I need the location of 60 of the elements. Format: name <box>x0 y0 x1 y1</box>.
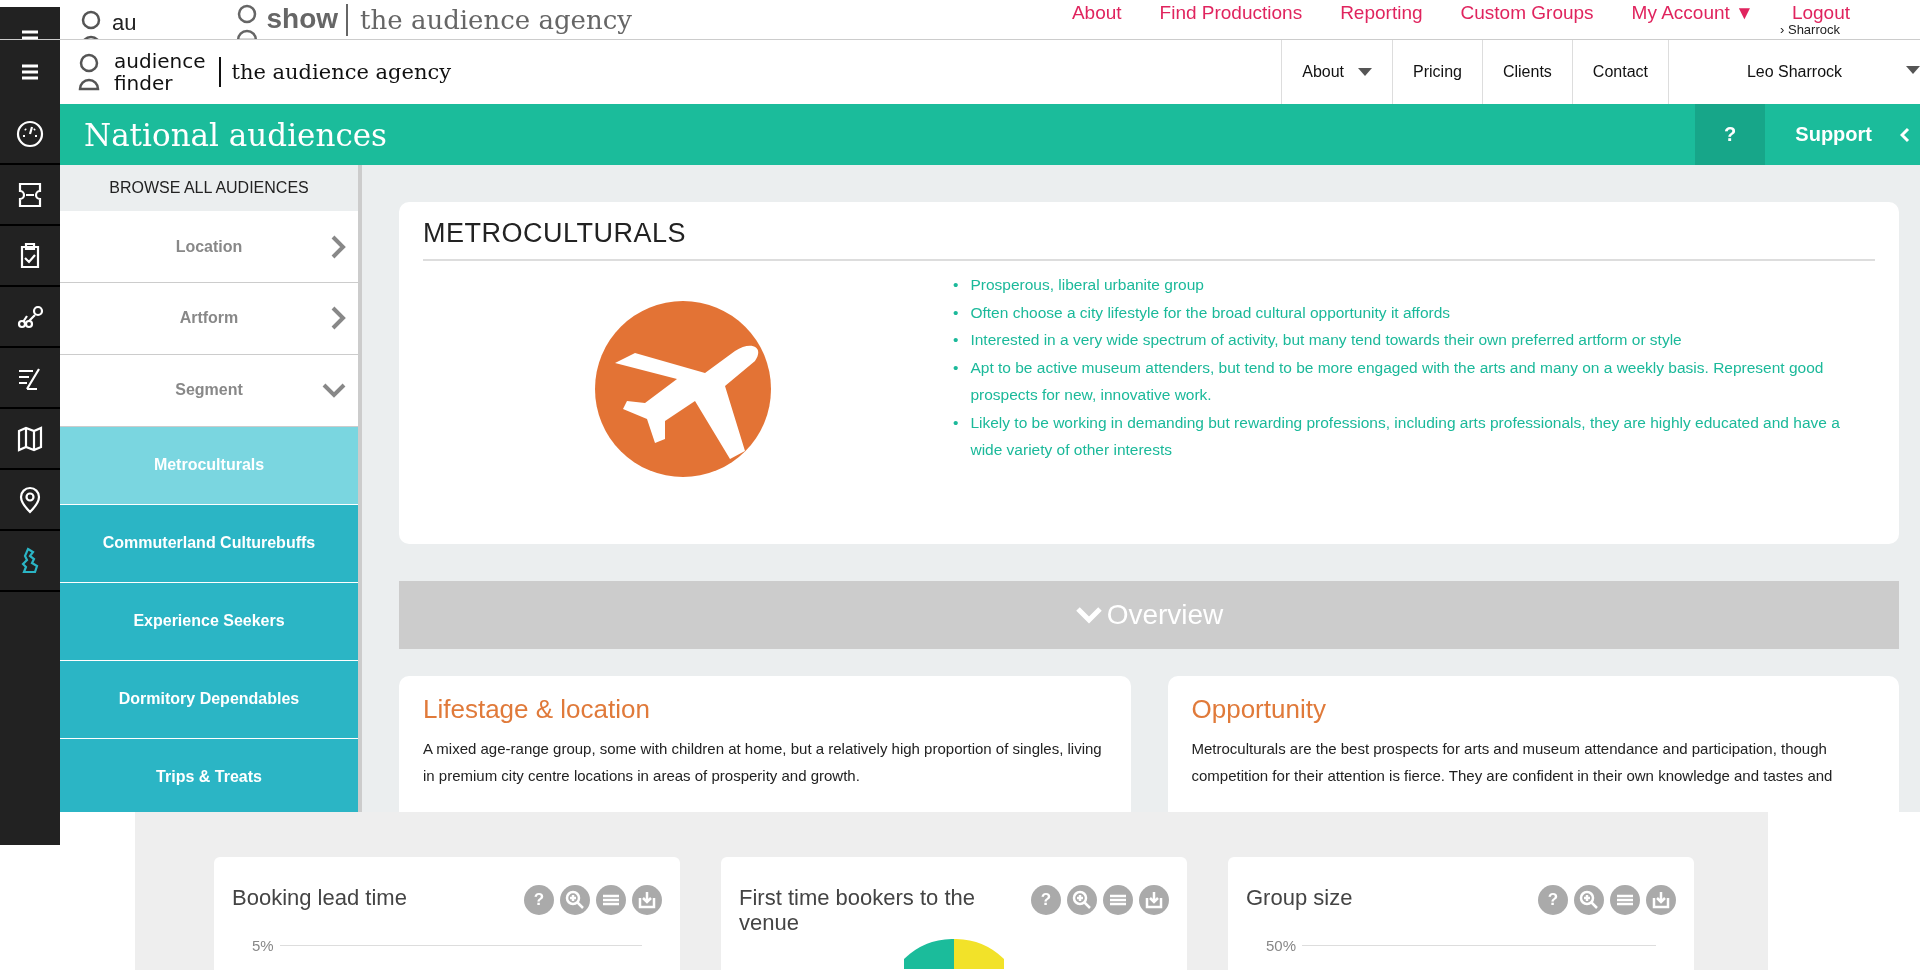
user-name: › Sharrock <box>1780 22 1840 38</box>
agency-name: the audience agency <box>219 57 452 87</box>
audience-item[interactable]: Experience Seekers <box>60 582 358 661</box>
menu-icon[interactable] <box>20 30 40 40</box>
nav-link[interactable]: Reporting <box>1340 2 1423 24</box>
chart-title: First time bookers to the venue <box>739 885 976 935</box>
nav-link[interactable]: Custom Groups <box>1460 2 1594 24</box>
bullet-marker: • <box>953 412 959 433</box>
chevron-icon <box>1900 126 1910 143</box>
help-button[interactable]: ? <box>1031 885 1061 915</box>
card-text: Metroculturals are the best prospects for arts and museum attendance and participation, though competition for their attention is fierce. They are confident in their own knowledge and tastes and <box>1191 739 1834 786</box>
segment-title: METROCULTURALS <box>423 218 1875 261</box>
bullet-marker: • <box>953 330 959 350</box>
menu-icon[interactable] <box>20 64 40 80</box>
bullet-marker: • <box>953 275 959 295</box>
chevron-icon <box>330 306 346 331</box>
chart-title: Group size <box>1246 885 1354 910</box>
audience-item[interactable]: Commuterland Culturebuffs <box>60 504 358 583</box>
chart-title: Booking lead time <box>232 885 408 910</box>
nav-link[interactable]: About <box>1071 2 1122 24</box>
chevron-icon <box>322 382 346 399</box>
user-menu[interactable]: Leo Sharrock <box>1746 63 1843 81</box>
bullet-text: Often choose a city lifestyle for the broad cultural opportunity it affords <box>970 302 1451 323</box>
bullet-marker: • <box>953 302 959 323</box>
logo-text: au <box>112 10 137 36</box>
help-button[interactable]: ? <box>524 885 554 915</box>
airplane-icon <box>595 301 771 477</box>
bullet-text: Apt to be active museum attenders, but tend to be more engaged with the arts and many on a weekly basis. Represent good prospects for new, innovative work. <box>970 357 1825 405</box>
sidebar-heading: BROWSE ALL AUDIENCES <box>108 178 310 199</box>
audience-item[interactable]: Trips & Treats <box>60 738 358 813</box>
help-button[interactable]: ? <box>1538 885 1568 915</box>
help-button[interactable]: ? <box>1695 104 1767 165</box>
caret-icon <box>1906 66 1920 74</box>
chevron-icon <box>330 234 346 259</box>
person-icon <box>78 53 100 91</box>
person-icon <box>80 10 102 40</box>
filter-item[interactable]: Location <box>60 211 358 283</box>
agency-name: the audience agency <box>346 4 632 36</box>
nav-link[interactable]: My Account ▼ <box>1631 2 1754 24</box>
chevron-icon <box>1074 606 1103 624</box>
card-title: Lifestage & location <box>423 694 651 725</box>
brand-text: show <box>266 4 339 34</box>
nav-link[interactable]: Logout <box>1791 2 1850 24</box>
bullet-text: Likely to be working in demanding but rewarding professions, including arts professionals, they are highly educated and have a wide variety of other interests <box>970 412 1841 460</box>
axis-tick: 5% <box>252 937 274 954</box>
bullet-text: Prosperous, liberal urbanite group <box>970 275 1204 295</box>
card-text: A mixed age-range group, some with children at home, but a relatively high proportion of singles, living in premium city centre locations in areas of prosperity and growth. <box>423 739 1103 786</box>
card-title: Opportunity <box>1191 694 1327 725</box>
bullet-text: Interested in a very wide spectrum of activity, but many tend towards their own preferred artform or style <box>970 330 1682 350</box>
filter-item[interactable]: Segment <box>60 354 358 427</box>
logo-text: audience finder <box>114 50 206 94</box>
audience-item[interactable]: Dormitory Dependables <box>60 660 358 739</box>
axis-tick: 50% <box>1266 937 1297 954</box>
bullet-marker: • <box>953 357 959 378</box>
person-icon <box>236 4 259 40</box>
page-title: National audiences <box>84 116 387 153</box>
filter-item[interactable]: Artform <box>60 283 358 355</box>
caret-icon <box>1358 68 1373 76</box>
nav-link[interactable]: Find Productions <box>1159 2 1303 24</box>
gauge-icon <box>15 118 45 149</box>
